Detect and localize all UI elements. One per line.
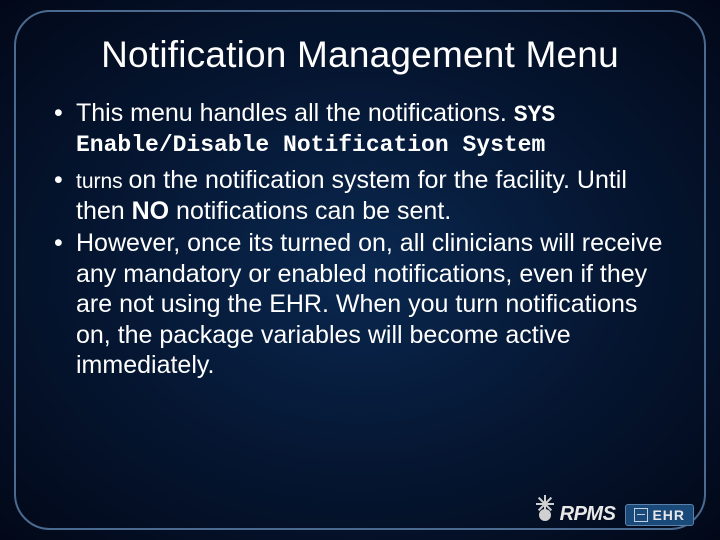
slide: Notification Management Menu This menu h…	[0, 0, 720, 540]
bullet-1: This menu handles all the notifications.…	[50, 98, 670, 159]
bullet-3: However, once its turned on, all clinici…	[50, 228, 670, 381]
bullet-2: turns on the notification system for the…	[50, 165, 670, 226]
bullet-1-mono-line: Enable/Disable Notification System	[76, 131, 670, 159]
sun-icon	[534, 504, 556, 526]
bullet-list: This menu handles all the notifications.…	[50, 98, 670, 381]
bullet-1-sys: SYS	[514, 102, 555, 128]
bullet-2-bold: NO	[132, 197, 170, 225]
slide-title: Notification Management Menu	[50, 34, 670, 76]
bullet-2-lead: turns	[76, 170, 129, 193]
ehr-badge: EHR	[625, 504, 694, 526]
rpms-text: RPMS	[560, 503, 616, 526]
bullet-3-text: However, once its turned on, all clinici…	[76, 229, 662, 379]
document-icon	[634, 508, 648, 522]
bullet-1-text: This menu handles all the notifications.	[76, 99, 507, 127]
bullet-2-rest-b: notifications can be sent.	[169, 197, 451, 225]
logo-area: RPMS EHR	[534, 503, 694, 526]
rpms-logo: RPMS	[534, 503, 616, 526]
slide-frame: Notification Management Menu This menu h…	[14, 10, 706, 530]
ehr-text: EHR	[652, 507, 685, 523]
